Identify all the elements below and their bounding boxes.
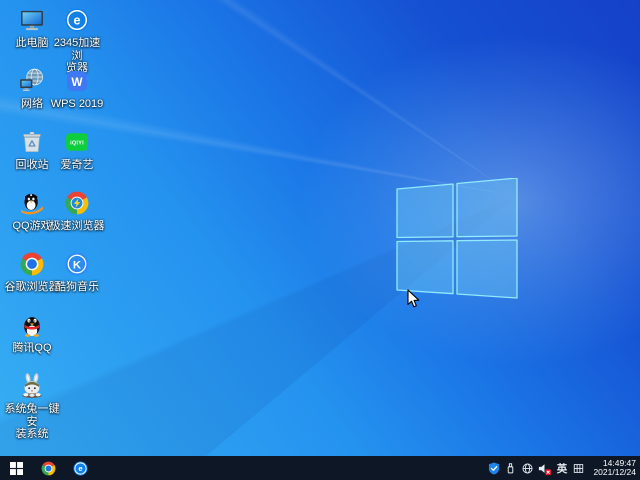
volume-muted-icon: [537, 461, 552, 476]
desktop-icon-speed-browser[interactable]: 极速浏览器: [49, 189, 105, 233]
desktop-icon-label: 酷狗音乐: [55, 281, 99, 293]
taskbar-app-2345-browser[interactable]: e: [64, 456, 96, 480]
tray-ime-lang[interactable]: 英: [554, 459, 569, 477]
wps-icon: W: [63, 67, 91, 95]
2345-taskbar-icon: e: [72, 460, 89, 477]
svg-text:e: e: [78, 464, 83, 473]
clock-date: 2021/12/24: [593, 467, 636, 477]
shield-icon: [487, 461, 501, 476]
taskbar: e 英 14:49:47 2021/12/24: [0, 456, 640, 480]
iqiyi-icon: iQIYI: [63, 128, 91, 156]
tray-network[interactable]: [520, 459, 535, 477]
taskbar-clock[interactable]: 14:49:47 2021/12/24: [587, 458, 640, 478]
desktop-icon-system-rabbit[interactable]: 系统兔一键安 装系统: [4, 372, 60, 441]
desktop-icon-tencent-qq[interactable]: 腾讯QQ: [4, 311, 60, 355]
taskbar-pinned-apps: e: [32, 456, 96, 480]
tray-volume[interactable]: [537, 459, 552, 477]
network-globe-icon: [18, 67, 46, 95]
2345-browser-icon: e: [63, 6, 91, 34]
desktop-icon-label: 极速浏览器: [49, 220, 105, 232]
globe-icon: [521, 462, 534, 475]
tray-usb[interactable]: [503, 459, 518, 477]
svg-text:iQIYI: iQIYI: [70, 140, 84, 146]
svg-text:W: W: [71, 75, 83, 89]
chrome-taskbar-icon: [40, 460, 57, 477]
system-tray: 英 14:49:47 2021/12/24: [485, 456, 640, 480]
windows-desktop: 此电脑 网络 回收站 QQ游戏 谷歌浏览器 腾讯QQ 系统兔一键安 装系统 e 2345加速浏 …: [0, 0, 640, 480]
recycle-bin-icon: [18, 128, 46, 156]
desktop-icon-2345-browser[interactable]: e 2345加速浏 览器: [49, 6, 105, 75]
kugou-music-icon: K: [63, 250, 91, 278]
speed-browser-icon: [63, 189, 91, 217]
desktop-icon-label: 系统兔一键安 装系统: [4, 403, 60, 440]
desktop-icon-kugou-music[interactable]: K 酷狗音乐: [49, 250, 105, 294]
tray-security[interactable]: [486, 459, 501, 477]
desktop-icon-label: WPS 2019: [50, 98, 104, 110]
desktop-icon-label: 腾讯QQ: [12, 342, 52, 354]
usb-icon: [504, 461, 517, 475]
qq-games-penguin-icon: [18, 189, 46, 217]
taskbar-app-chrome[interactable]: [32, 456, 64, 480]
desktop-icon-label: 爱奇艺: [60, 159, 94, 171]
qq-penguin-icon: [18, 311, 46, 339]
ime-language-label: 英: [556, 462, 568, 475]
desktop-icon-grid: 此电脑 网络 回收站 QQ游戏 谷歌浏览器 腾讯QQ 系统兔一键安 装系统 e 2345加速浏 …: [4, 0, 124, 456]
svg-text:e: e: [73, 13, 80, 27]
tray-ime-pad[interactable]: [571, 459, 586, 477]
computer-icon: [18, 6, 46, 34]
tray-icon-area: 英: [485, 459, 587, 477]
rabbit-mascot-icon: [18, 372, 46, 400]
desktop-icon-wps-2019[interactable]: W WPS 2019: [49, 67, 105, 111]
windows-wallpaper-logo: [396, 178, 518, 299]
svg-text:K: K: [73, 259, 82, 271]
desktop-icon-iqiyi[interactable]: iQIYI 爱奇艺: [49, 128, 105, 172]
mouse-cursor: [407, 289, 420, 308]
start-button[interactable]: [0, 456, 32, 480]
ime-grid-icon: [572, 462, 585, 475]
chrome-icon: [18, 250, 46, 278]
windows-start-icon: [9, 461, 23, 475]
